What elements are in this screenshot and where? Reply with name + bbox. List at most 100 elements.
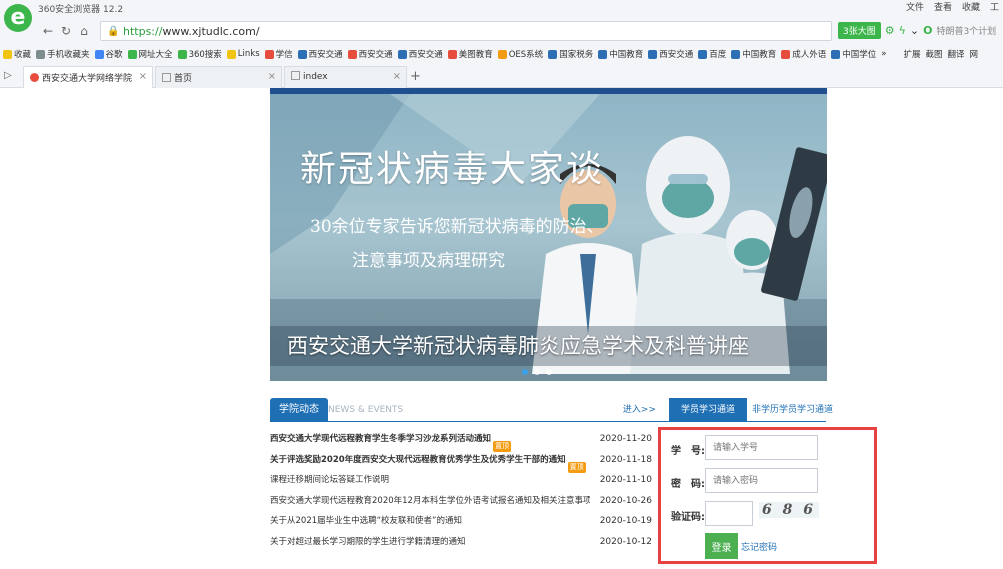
bookmark-favicon-icon — [36, 49, 46, 59]
news-date: 2020-11-18 — [599, 454, 652, 465]
tab-label: index — [303, 72, 328, 82]
bookmark-favicon-icon — [177, 49, 187, 59]
bookmark-item[interactable]: 360搜索 — [177, 48, 222, 60]
bookmark-item[interactable]: 学信 — [264, 48, 293, 60]
bookmark-item[interactable]: 网址大全 — [127, 48, 173, 60]
news-date: 2020-10-26 — [599, 495, 652, 506]
news-title[interactable]: 课程迁移期间论坛答疑工作说明 — [270, 470, 389, 490]
bookmark-favicon-icon — [648, 49, 658, 59]
news-title[interactable]: 西安交通大学现代远程教育学生冬季学习沙龙系列活动通知 — [270, 429, 491, 449]
chevron-down-icon[interactable]: ⌄ — [910, 24, 919, 37]
menu-file[interactable]: 文件 — [906, 0, 924, 13]
bookmark-label: 美图教育 — [458, 50, 493, 60]
news-item[interactable]: 西安交通大学现代远程教育学生冬季学习沙龙系列活动通知置顶 2020-11-20 — [270, 429, 656, 452]
toolbar-extra-item[interactable]: 扩展 — [904, 48, 921, 60]
bookmark-item[interactable]: 西安交通 — [347, 48, 393, 60]
lock-icon: 🔒 — [107, 26, 120, 37]
bookmarks-more-icon[interactable]: » — [881, 49, 886, 59]
bookmark-item[interactable]: 西安交通 — [397, 48, 443, 60]
student-id-input[interactable] — [705, 435, 818, 460]
new-tab-button[interactable]: + — [410, 69, 421, 84]
news-item[interactable]: 课程迁移期间论坛答疑工作说明 2020-11-10 — [270, 470, 656, 491]
image-badge[interactable]: 3张大图 — [838, 22, 881, 39]
news-more-link[interactable]: 进入>> — [623, 402, 656, 415]
bookmark-label: 中国教育 — [742, 50, 777, 60]
close-icon[interactable]: × — [393, 71, 401, 82]
password-input[interactable] — [705, 468, 818, 493]
tab-home[interactable]: 首页 × — [155, 66, 282, 88]
news-title[interactable]: 关于从2021届毕业生中选聘“校友联和使者”的通知 — [270, 511, 462, 531]
news-tab[interactable]: 学院动态 — [270, 398, 328, 422]
toolbar-extra-item[interactable]: 网 — [970, 48, 979, 60]
menu-favorites[interactable]: 收藏 — [962, 0, 980, 13]
bookmark-item[interactable]: Links — [226, 49, 260, 59]
menu-tools[interactable]: 工 — [990, 0, 999, 13]
login-button[interactable]: 登录 — [705, 533, 738, 559]
bookmark-item[interactable]: 中国教育 — [731, 48, 776, 60]
bookmark-item[interactable]: 西安交通 — [297, 48, 343, 60]
carousel-dot[interactable] — [522, 369, 528, 375]
bookmark-item[interactable]: 成人外语 — [781, 48, 826, 60]
banner-carousel[interactable]: 新冠状病毒大家谈 30余位专家告诉您新冠状病毒的防治、 注意事项及病理研究 西安… — [270, 94, 827, 381]
menu-view[interactable]: 查看 — [934, 0, 952, 13]
tab-student-channel[interactable]: 学员学习通道 — [669, 398, 748, 422]
news-date: 2020-10-19 — [599, 516, 652, 526]
search-engine-icon[interactable]: O — [923, 24, 932, 37]
settings-icon[interactable]: ⚙ — [885, 24, 895, 37]
captcha-input[interactable] — [705, 501, 753, 526]
url-text[interactable]: https://www.xjtudlc.com/ — [123, 25, 260, 38]
close-icon[interactable]: × — [268, 71, 276, 82]
bookmark-item[interactable]: 国家税务 — [548, 48, 593, 60]
bookmark-item[interactable]: 美图教育 — [447, 48, 493, 60]
bookmark-label: OES系统 — [508, 50, 544, 60]
bookmark-label: 西安交通 — [358, 50, 393, 60]
bookmark-favicon-icon — [731, 49, 741, 59]
forgot-password-link[interactable]: 忘记密码 — [741, 540, 777, 553]
bookmark-item[interactable]: 中国学位 — [831, 48, 876, 60]
bookmark-favicon-icon — [497, 49, 507, 59]
student-id-label: 学 号: — [671, 446, 705, 457]
password-label: 密 码: — [671, 479, 705, 490]
bookmark-label: 西安交通 — [659, 50, 694, 60]
captcha-label: 验证码: — [671, 512, 705, 523]
news-item[interactable]: 关于对超过最长学习期限的学生进行学籍清理的通知 2020-10-12 — [270, 532, 656, 553]
bookmark-item[interactable]: 谷歌 — [94, 48, 123, 60]
browser-logo-icon: e — [4, 4, 32, 32]
sidebar-toggle-icon[interactable]: ▷ — [4, 70, 12, 81]
bookmark-item[interactable]: 百度 — [698, 48, 726, 60]
news-date: 2020-11-20 — [599, 434, 652, 444]
news-list: 西安交通大学现代远程教育学生冬季学习沙龙系列活动通知置顶 2020-11-20 关于… — [270, 429, 656, 552]
news-title[interactable]: 关于评选奖励2020年度西安交大现代远程教育优秀学生及优秀学生干部的通知 — [270, 450, 566, 470]
carousel-dots — [522, 369, 552, 375]
news-title[interactable]: 西安交通大学现代远程教育2020年12月本科生学位外语考试报名通知及相关注意事项 — [270, 491, 590, 511]
bookmarks-bar: 收藏 手机收藏夹 谷歌 网址大全 360搜索 Links 学信 西安交通 西安交通 西安交通 美图教… — [0, 44, 1003, 64]
bookmark-item[interactable]: OES系统 — [497, 48, 544, 60]
banner-subline-2: 注意事项及病理研究 — [352, 251, 505, 271]
tab-xjtu[interactable]: 西安交通大学网络学院 × — [23, 66, 153, 88]
news-item[interactable]: 关于从2021届毕业生中选聘“校友联和使者”的通知 2020-10-19 — [270, 511, 656, 532]
bookmark-item[interactable]: 西安交通 — [648, 48, 693, 60]
tab-non-degree-channel[interactable]: 非学历学员学习通道 — [752, 398, 833, 422]
news-title[interactable]: 关于对超过最长学习期限的学生进行学籍清理的通知 — [270, 532, 466, 552]
address-bar[interactable]: 🔒 https://www.xjtudlc.com/ — [100, 21, 832, 41]
toolbar-extra-item[interactable]: 截图 — [926, 48, 943, 60]
captcha-image[interactable]: 6 8 6 — [759, 502, 819, 518]
bookmark-item[interactable]: 手机收藏夹 — [36, 48, 90, 60]
bookmark-item[interactable]: 中国教育 — [598, 48, 643, 60]
bookmark-item[interactable]: 收藏 — [3, 48, 31, 60]
app-title: 360安全浏览器 12.2 — [38, 5, 124, 15]
back-icon[interactable]: ← — [40, 23, 56, 39]
carousel-dot[interactable] — [546, 369, 552, 375]
bookmark-label: 网址大全 — [138, 50, 173, 60]
carousel-dot[interactable] — [534, 369, 540, 375]
search-hint[interactable]: 特朗普3个计划 — [936, 24, 996, 37]
refresh-icon[interactable]: ↻ — [58, 23, 74, 39]
news-date: 2020-11-10 — [599, 475, 652, 485]
tab-index[interactable]: index × — [284, 66, 407, 88]
home-icon[interactable]: ⌂ — [76, 23, 92, 39]
news-item[interactable]: 西安交通大学现代远程教育2020年12月本科生学位外语考试报名通知及相关注意事项… — [270, 491, 656, 512]
lightning-icon[interactable]: ϟ — [899, 24, 906, 37]
toolbar-extra-item[interactable]: 翻译 — [948, 48, 965, 60]
close-icon[interactable]: × — [139, 71, 147, 82]
news-item[interactable]: 关于评选奖励2020年度西安交大现代远程教育优秀学生及优秀学生干部的通知置顶 20… — [270, 450, 656, 473]
